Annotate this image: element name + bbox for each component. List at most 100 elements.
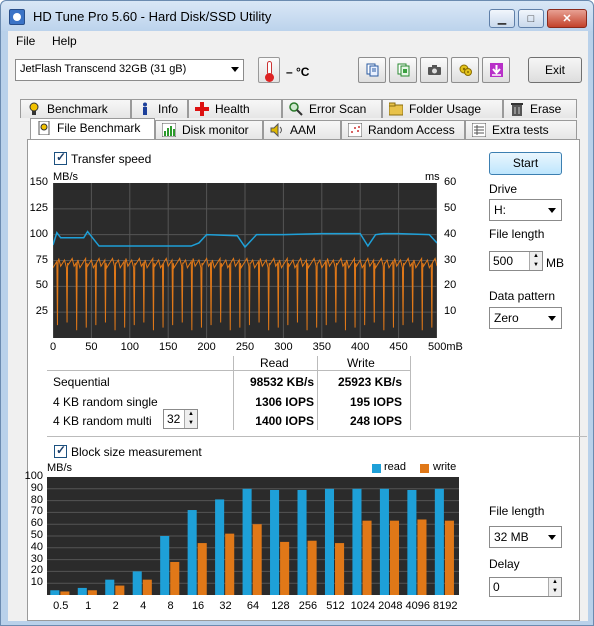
- spin-up-icon[interactable]: ▲: [184, 410, 197, 419]
- start-button[interactable]: Start: [489, 152, 562, 175]
- tab-folder-usage[interactable]: Folder Usage: [382, 99, 503, 118]
- block-y-tick-label: 50: [30, 529, 43, 541]
- tab-file-benchmark[interactable]: File Benchmark: [30, 118, 155, 139]
- tab-random-access[interactable]: Random Access: [341, 120, 465, 139]
- bar-read: [132, 571, 142, 595]
- bar-read: [434, 488, 444, 595]
- divider: [317, 356, 318, 430]
- bar-write: [142, 579, 152, 595]
- app-icon: [9, 9, 25, 25]
- block-y-tick-label: 100: [24, 470, 43, 482]
- chevron-down-icon: [548, 208, 556, 213]
- tab-label: Info: [158, 102, 179, 116]
- maximize-button[interactable]: □: [518, 9, 544, 28]
- tab-health[interactable]: Health: [188, 99, 282, 118]
- menu-file[interactable]: File: [16, 34, 35, 48]
- bar-write: [335, 543, 345, 595]
- bar-read: [187, 510, 197, 595]
- drive-combo[interactable]: H:: [489, 199, 562, 221]
- delay-stepper[interactable]: 0 ▲ ▼: [489, 577, 562, 597]
- chevron-down-icon: [548, 316, 556, 321]
- x-tick-label: 0: [49, 341, 57, 353]
- spin-up-icon[interactable]: ▲: [529, 252, 542, 261]
- bar-write: [170, 561, 180, 595]
- bar-read: [50, 590, 60, 595]
- x-tick-label: 400: [351, 341, 370, 353]
- block-size-checkbox[interactable]: [54, 443, 67, 458]
- bar-read: [77, 587, 87, 595]
- transfer-speed-checkbox[interactable]: [54, 150, 67, 165]
- block-x-tick-label: 4096: [405, 600, 431, 612]
- spin-down-icon[interactable]: ▼: [184, 419, 197, 428]
- block-file-length-value: 32 MB: [494, 530, 529, 544]
- divider: [47, 370, 410, 371]
- bar-read: [215, 499, 225, 595]
- right-tick-label: 30: [444, 253, 457, 266]
- block-x-tick-label: 2048: [378, 600, 403, 612]
- block-y-tick-label: 10: [30, 576, 43, 589]
- row-label-sequential: Sequential: [53, 375, 110, 389]
- bar-read: [105, 579, 115, 595]
- block-y-tick-label: 60: [30, 517, 43, 530]
- tab-error-scan[interactable]: Error Scan: [282, 99, 382, 118]
- block-y-tick-label: 70: [30, 505, 43, 518]
- drive-select[interactable]: JetFlash Transcend 32GB (31 gB): [15, 59, 244, 81]
- extra-tests-icon: [472, 123, 486, 137]
- x-tick-label: 50: [85, 341, 98, 353]
- block-x-tick-label: 2: [112, 600, 119, 612]
- tab-extra-tests[interactable]: Extra tests: [465, 120, 577, 139]
- tab-aam[interactable]: AAM: [263, 120, 341, 139]
- queue-depth-value: 32: [167, 412, 181, 426]
- chevron-down-icon: [548, 535, 556, 540]
- block-file-length-combo[interactable]: 32 MB: [489, 526, 562, 548]
- save-button[interactable]: [482, 57, 510, 83]
- exit-button[interactable]: Exit: [528, 57, 582, 83]
- bar-write: [115, 585, 125, 595]
- menu-help[interactable]: Help: [52, 34, 77, 48]
- copy-screen-button[interactable]: [389, 57, 417, 83]
- minimize-button[interactable]: ▁: [489, 9, 515, 28]
- 4kb-single-write: 195 IOPS: [349, 395, 402, 409]
- delay-value: 0: [493, 580, 500, 594]
- disk-monitor-icon: [162, 123, 176, 137]
- divider: [233, 356, 234, 430]
- bar-write: [252, 524, 262, 595]
- file-benchmark-icon: [38, 121, 50, 135]
- tab-label: File Benchmark: [57, 121, 141, 135]
- queue-depth-stepper[interactable]: 32 ▲ ▼: [163, 409, 198, 429]
- block-x-tick-label: 128: [271, 600, 290, 612]
- tab-benchmark[interactable]: Benchmark: [20, 99, 131, 118]
- x-tick-label: 500mB: [428, 341, 463, 353]
- tab-info[interactable]: Info: [131, 99, 188, 118]
- data-pattern-combo[interactable]: Zero: [489, 307, 562, 329]
- bar-read: [407, 489, 417, 595]
- legend-read-swatch: [372, 464, 381, 473]
- copy-screen-icon: [397, 63, 410, 77]
- right-tick-label: 10: [444, 305, 457, 318]
- spin-down-icon[interactable]: ▼: [548, 587, 561, 596]
- random-access-icon: [348, 123, 362, 137]
- bar-write: [87, 590, 97, 595]
- title-bar[interactable]: HD Tune Pro 5.60 - Hard Disk/SSD Utility…: [1, 1, 593, 31]
- data-pattern-label: Data pattern: [489, 289, 556, 303]
- window-title: HD Tune Pro 5.60 - Hard Disk/SSD Utility: [33, 9, 272, 24]
- file-length-stepper[interactable]: 500 ▲ ▼: [489, 251, 543, 271]
- options-button[interactable]: [451, 57, 479, 83]
- left-tick-label: 100: [29, 227, 48, 240]
- spin-up-icon[interactable]: ▲: [548, 578, 561, 587]
- block-x-tick-label: 512: [326, 600, 345, 612]
- bar-write: [417, 519, 427, 595]
- tab-disk-monitor[interactable]: Disk monitor: [155, 120, 263, 139]
- drive-combo-value: H:: [494, 203, 506, 217]
- block-x-tick-label: 64: [246, 600, 260, 612]
- legend-write-label: write: [433, 461, 457, 473]
- spin-down-icon[interactable]: ▼: [529, 261, 542, 270]
- row-label-4kb-multi: 4 KB random multi: [53, 414, 152, 428]
- copy-info-button[interactable]: [358, 57, 386, 83]
- close-button[interactable]: ✕: [547, 9, 587, 28]
- block-x-tick-label: 0.5: [53, 600, 69, 612]
- tab-label: Extra tests: [492, 123, 549, 137]
- section-divider: [47, 436, 587, 437]
- tab-erase[interactable]: Erase: [503, 99, 577, 118]
- screenshot-button[interactable]: [420, 57, 448, 83]
